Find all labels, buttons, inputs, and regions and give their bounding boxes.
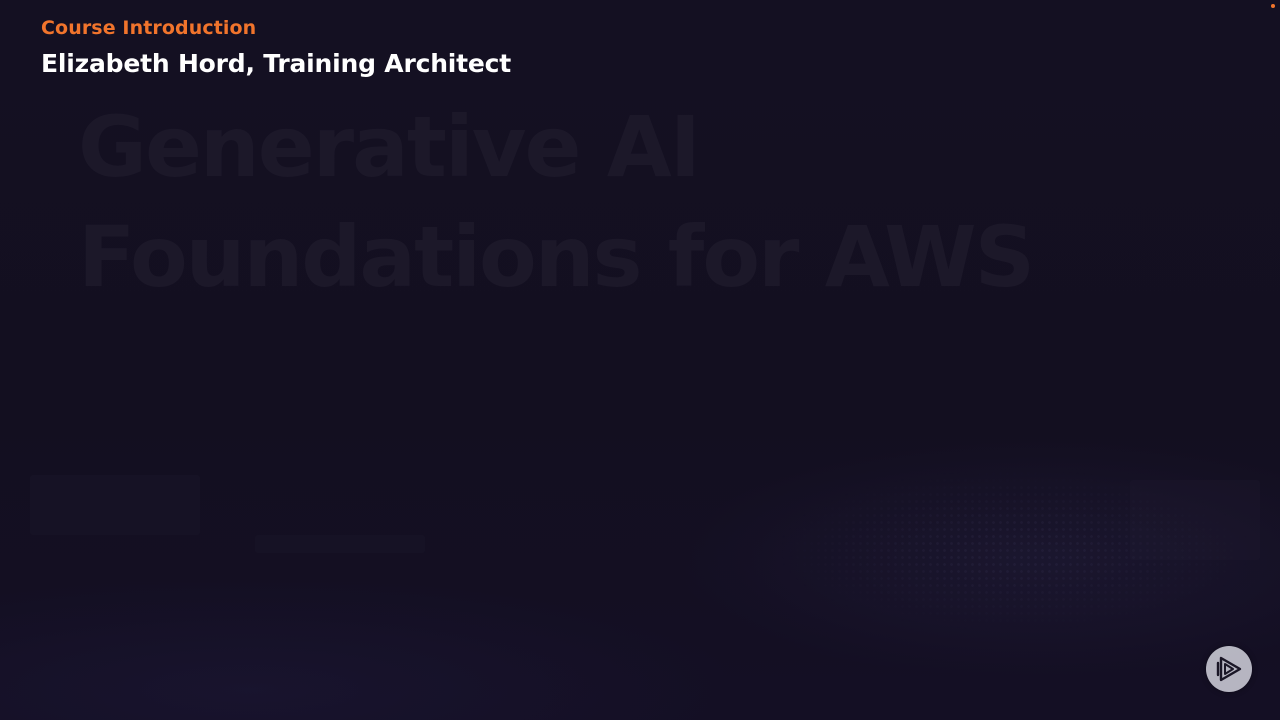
play-logo-button[interactable] xyxy=(1206,646,1252,692)
segment-label: Course Introduction xyxy=(41,17,257,39)
lower-third: Course Introduction Elizabeth Hord, Trai… xyxy=(41,16,511,80)
play-logo-icon xyxy=(1216,656,1242,682)
presenter-name: Elizabeth Hord, Training Architect xyxy=(41,49,512,78)
faded-graphic xyxy=(1130,480,1260,560)
corner-dot-icon xyxy=(1271,4,1275,8)
faded-graphic xyxy=(30,475,200,535)
faded-slide-title: Generative AI Foundations for AWS xyxy=(78,98,1035,306)
faded-graphic xyxy=(255,535,425,553)
video-frame: Generative AI Foundations for AWS Course… xyxy=(0,0,1280,720)
